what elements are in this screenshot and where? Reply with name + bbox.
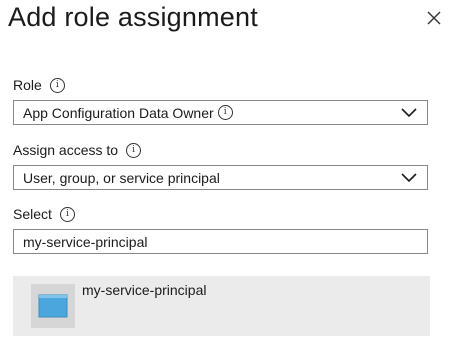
info-icon[interactable]: i <box>126 142 142 158</box>
assign-access-label-row: Assign access to i <box>13 142 142 158</box>
info-icon[interactable]: i <box>217 105 233 120</box>
role-dropdown-value: App Configuration Data Owner <box>23 104 214 121</box>
close-icon[interactable] <box>424 8 444 28</box>
role-dropdown-value-row: App Configuration Data Owner i <box>23 105 233 121</box>
chevron-down-icon <box>401 173 417 183</box>
chevron-down-icon <box>401 108 417 118</box>
assign-access-dropdown-value: User, group, or service principal <box>23 169 220 186</box>
select-label-row: Select i <box>13 206 75 222</box>
assign-access-label: Assign access to <box>13 142 119 158</box>
search-result-name: my-service-principal <box>82 282 207 298</box>
info-icon[interactable]: i <box>59 206 75 222</box>
select-search-input[interactable] <box>13 229 428 254</box>
assign-access-dropdown[interactable]: User, group, or service principal <box>13 165 428 190</box>
info-icon[interactable]: i <box>49 77 65 93</box>
role-label-row: Role i <box>13 77 65 93</box>
role-dropdown[interactable]: App Configuration Data Owner i <box>13 100 428 125</box>
search-result-item[interactable]: my-service-principal <box>13 276 430 336</box>
panel-title: Add role assignment <box>8 2 258 32</box>
select-label: Select <box>13 206 52 222</box>
role-label: Role <box>13 77 42 93</box>
add-role-assignment-panel: Add role assignment Role i App Configura… <box>0 0 450 343</box>
app-registration-icon <box>31 284 75 328</box>
